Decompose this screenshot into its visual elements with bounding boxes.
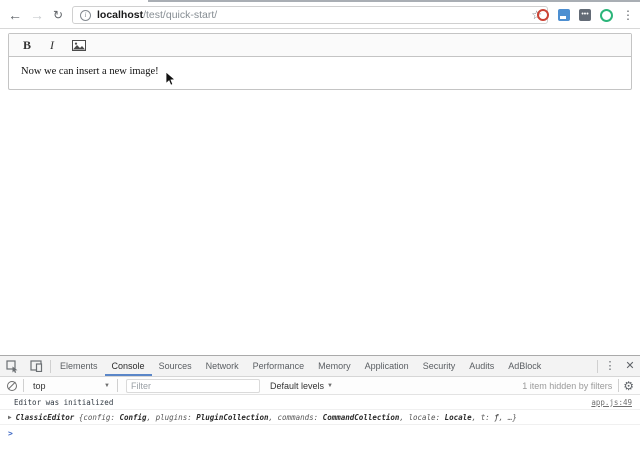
browser-window: ← → ↻ i localhost/test/quick-start/ ☆ ••… [0, 0, 640, 454]
extension-icon-blue-window[interactable] [558, 9, 570, 21]
console-settings-gear-icon[interactable]: ⚙ [623, 380, 634, 392]
devtools-panel: Elements Console Sources Network Perform… [0, 355, 640, 454]
console-prompt[interactable]: > [0, 425, 640, 442]
bold-button[interactable]: B [18, 38, 36, 53]
back-icon[interactable]: ← [8, 6, 22, 24]
console-filter-input[interactable] [126, 379, 260, 393]
toolbar-divider [618, 379, 619, 392]
clear-console-icon[interactable] [7, 381, 17, 391]
address-bar[interactable]: i localhost/test/quick-start/ ☆ [72, 6, 548, 24]
log-text: Editor was initialized [14, 398, 113, 407]
console-log-row: Editor was initialized app.js:49 [0, 395, 640, 410]
tab-network[interactable]: Network [199, 356, 246, 376]
tab-console[interactable]: Console [105, 356, 152, 376]
url-path: /test/quick-start/ [143, 9, 217, 21]
toolbar-divider [117, 379, 118, 392]
forward-icon: → [30, 6, 44, 24]
extension-icon-green-ring[interactable] [600, 9, 613, 22]
editor-toolbar: B I [9, 34, 631, 57]
disclosure-triangle-icon[interactable]: ▶ [8, 414, 12, 421]
page-info-icon[interactable]: i [80, 10, 91, 21]
tab-security[interactable]: Security [416, 356, 463, 376]
rich-text-editor: B I Now we can insert a new image! [8, 33, 632, 90]
log-levels-dropdown[interactable]: Default levels ▼ [270, 381, 333, 391]
inspect-icon [6, 360, 19, 373]
toolbar-divider [50, 360, 51, 373]
image-icon [72, 40, 86, 51]
object-preview: ClassicEditor {config: Config, plugins: … [16, 413, 517, 422]
tab-performance[interactable]: Performance [246, 356, 312, 376]
chevron-down-icon: ▼ [104, 383, 115, 389]
tab-memory[interactable]: Memory [311, 356, 358, 376]
tab-application[interactable]: Application [358, 356, 416, 376]
context-label: top [33, 381, 46, 391]
inspect-element-button[interactable] [0, 356, 24, 376]
hidden-items-info: 1 item hidden by filters [522, 381, 612, 391]
toolbar-divider [597, 360, 598, 373]
execution-context-selector[interactable]: top ▼ [33, 381, 115, 391]
devtools-tab-bar: Elements Console Sources Network Perform… [0, 356, 640, 377]
url-host: localhost [97, 9, 143, 21]
tab-elements[interactable]: Elements [53, 356, 105, 376]
tab-audits[interactable]: Audits [462, 356, 501, 376]
levels-label: Default levels [270, 381, 324, 391]
console-object-row[interactable]: ▶ ClassicEditor {config: Config, plugins… [0, 410, 640, 425]
toolbar-divider [23, 379, 24, 392]
tab-adblock[interactable]: AdBlock [501, 356, 548, 376]
browser-menu-icon[interactable]: ⋮ [622, 9, 634, 21]
console-toolbar: top ▼ Default levels ▼ 1 item hidden by … [0, 377, 640, 395]
devtools-window-controls: ⋮ ✕ [595, 356, 640, 376]
prompt-chevron-icon: > [8, 429, 13, 438]
extensions-area: ••• ⋮ [537, 6, 634, 24]
browser-toolbar: ← → ↻ i localhost/test/quick-start/ ☆ ••… [0, 2, 640, 29]
extension-icon-red-ring[interactable] [537, 9, 549, 21]
extension-icon-dots[interactable]: ••• [579, 9, 591, 21]
insert-image-button[interactable] [72, 40, 90, 51]
tab-sources[interactable]: Sources [152, 356, 199, 376]
chevron-down-icon: ▼ [327, 383, 333, 389]
mouse-cursor [165, 71, 176, 87]
url-text[interactable]: localhost/test/quick-start/ [97, 9, 217, 21]
reload-icon[interactable]: ↻ [53, 6, 63, 24]
console-messages: Editor was initialized app.js:49 ▶ Class… [0, 395, 640, 442]
source-link[interactable]: app.js:49 [591, 398, 632, 407]
device-toolbar-icon [30, 360, 43, 372]
devtools-close-icon[interactable]: ✕ [620, 356, 640, 376]
devtools-menu-icon[interactable]: ⋮ [600, 356, 620, 376]
editor-content[interactable]: Now we can insert a new image! [9, 57, 631, 89]
device-toolbar-button[interactable] [24, 356, 48, 376]
italic-button[interactable]: I [43, 38, 61, 53]
